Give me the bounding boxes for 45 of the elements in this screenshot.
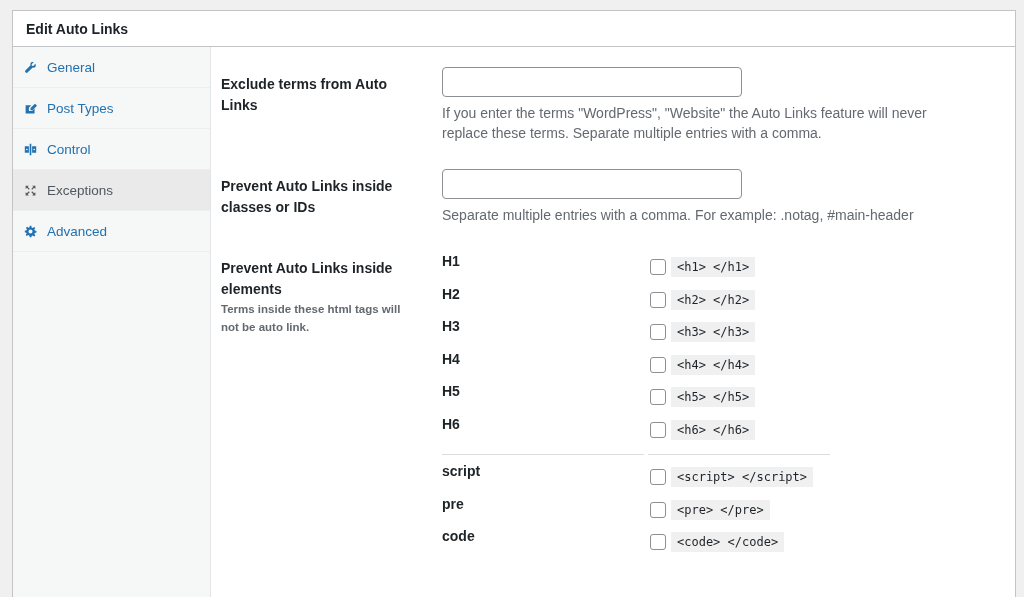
element-name: H5: [442, 382, 461, 399]
gear-icon: [24, 224, 37, 238]
html-tag: <script> </script>: [671, 467, 814, 488]
element-name: code: [442, 527, 476, 544]
checkbox[interactable]: [650, 259, 666, 276]
edit-icon: [24, 101, 37, 115]
html-tag: <h3> </h3>: [671, 322, 756, 343]
help-text: Separate multiple entries with a comma. For example: .notag, #main-header: [442, 206, 915, 225]
text-field[interactable]: [442, 169, 742, 199]
sidebar-tab[interactable]: Post Types: [13, 88, 210, 129]
element-name: script: [442, 462, 482, 479]
window-title: Edit Auto Links: [26, 20, 129, 37]
control-icon: [24, 142, 37, 156]
html-tag: <h4> </h4>: [671, 354, 756, 375]
text-field[interactable]: [442, 67, 742, 97]
element-name: H2: [442, 284, 461, 302]
checkbox[interactable]: [650, 356, 666, 373]
checkbox[interactable]: [650, 534, 666, 551]
html-tag: <h5> </h5>: [671, 387, 756, 408]
setting-description: Terms inside these html tags will not be auto link.: [221, 302, 402, 335]
wrench-icon: [24, 60, 37, 74]
element-name: pre: [442, 494, 465, 512]
setting-label: Exclude terms from Auto Links: [221, 75, 388, 115]
checkbox[interactable]: [650, 469, 666, 486]
setting-label: Prevent Auto Links inside elements: [221, 259, 394, 299]
element-name: H4: [442, 349, 461, 367]
element-name: H3: [442, 317, 461, 334]
html-tag: <h2> </h2>: [671, 289, 756, 310]
html-tag: <pre> </pre>: [671, 499, 770, 520]
sidebar-tab[interactable]: Exceptions: [13, 170, 210, 211]
checkbox[interactable]: [650, 324, 666, 341]
sidebar-tab[interactable]: Advanced: [13, 211, 210, 252]
checkbox[interactable]: [650, 389, 666, 406]
html-tag: <code> </code>: [671, 532, 785, 553]
setting-label: Prevent Auto Links inside classes or IDs: [221, 177, 394, 217]
help-text: If you enter the terms "WordPress", "Website" the Auto Links feature will never replace these terms. Separate multiple entries with a comma.: [442, 104, 928, 143]
html-tag: <h6> </h6>: [671, 419, 756, 440]
sidebar-tab[interactable]: General: [13, 47, 210, 88]
checkbox[interactable]: [650, 291, 666, 308]
html-tag: <h1> </h1>: [671, 257, 756, 278]
element-name: H1: [442, 252, 461, 269]
element-name: H6: [442, 414, 461, 432]
checkbox[interactable]: [650, 421, 666, 438]
cross-arrows-icon: [24, 183, 37, 197]
checkbox[interactable]: [650, 501, 666, 518]
